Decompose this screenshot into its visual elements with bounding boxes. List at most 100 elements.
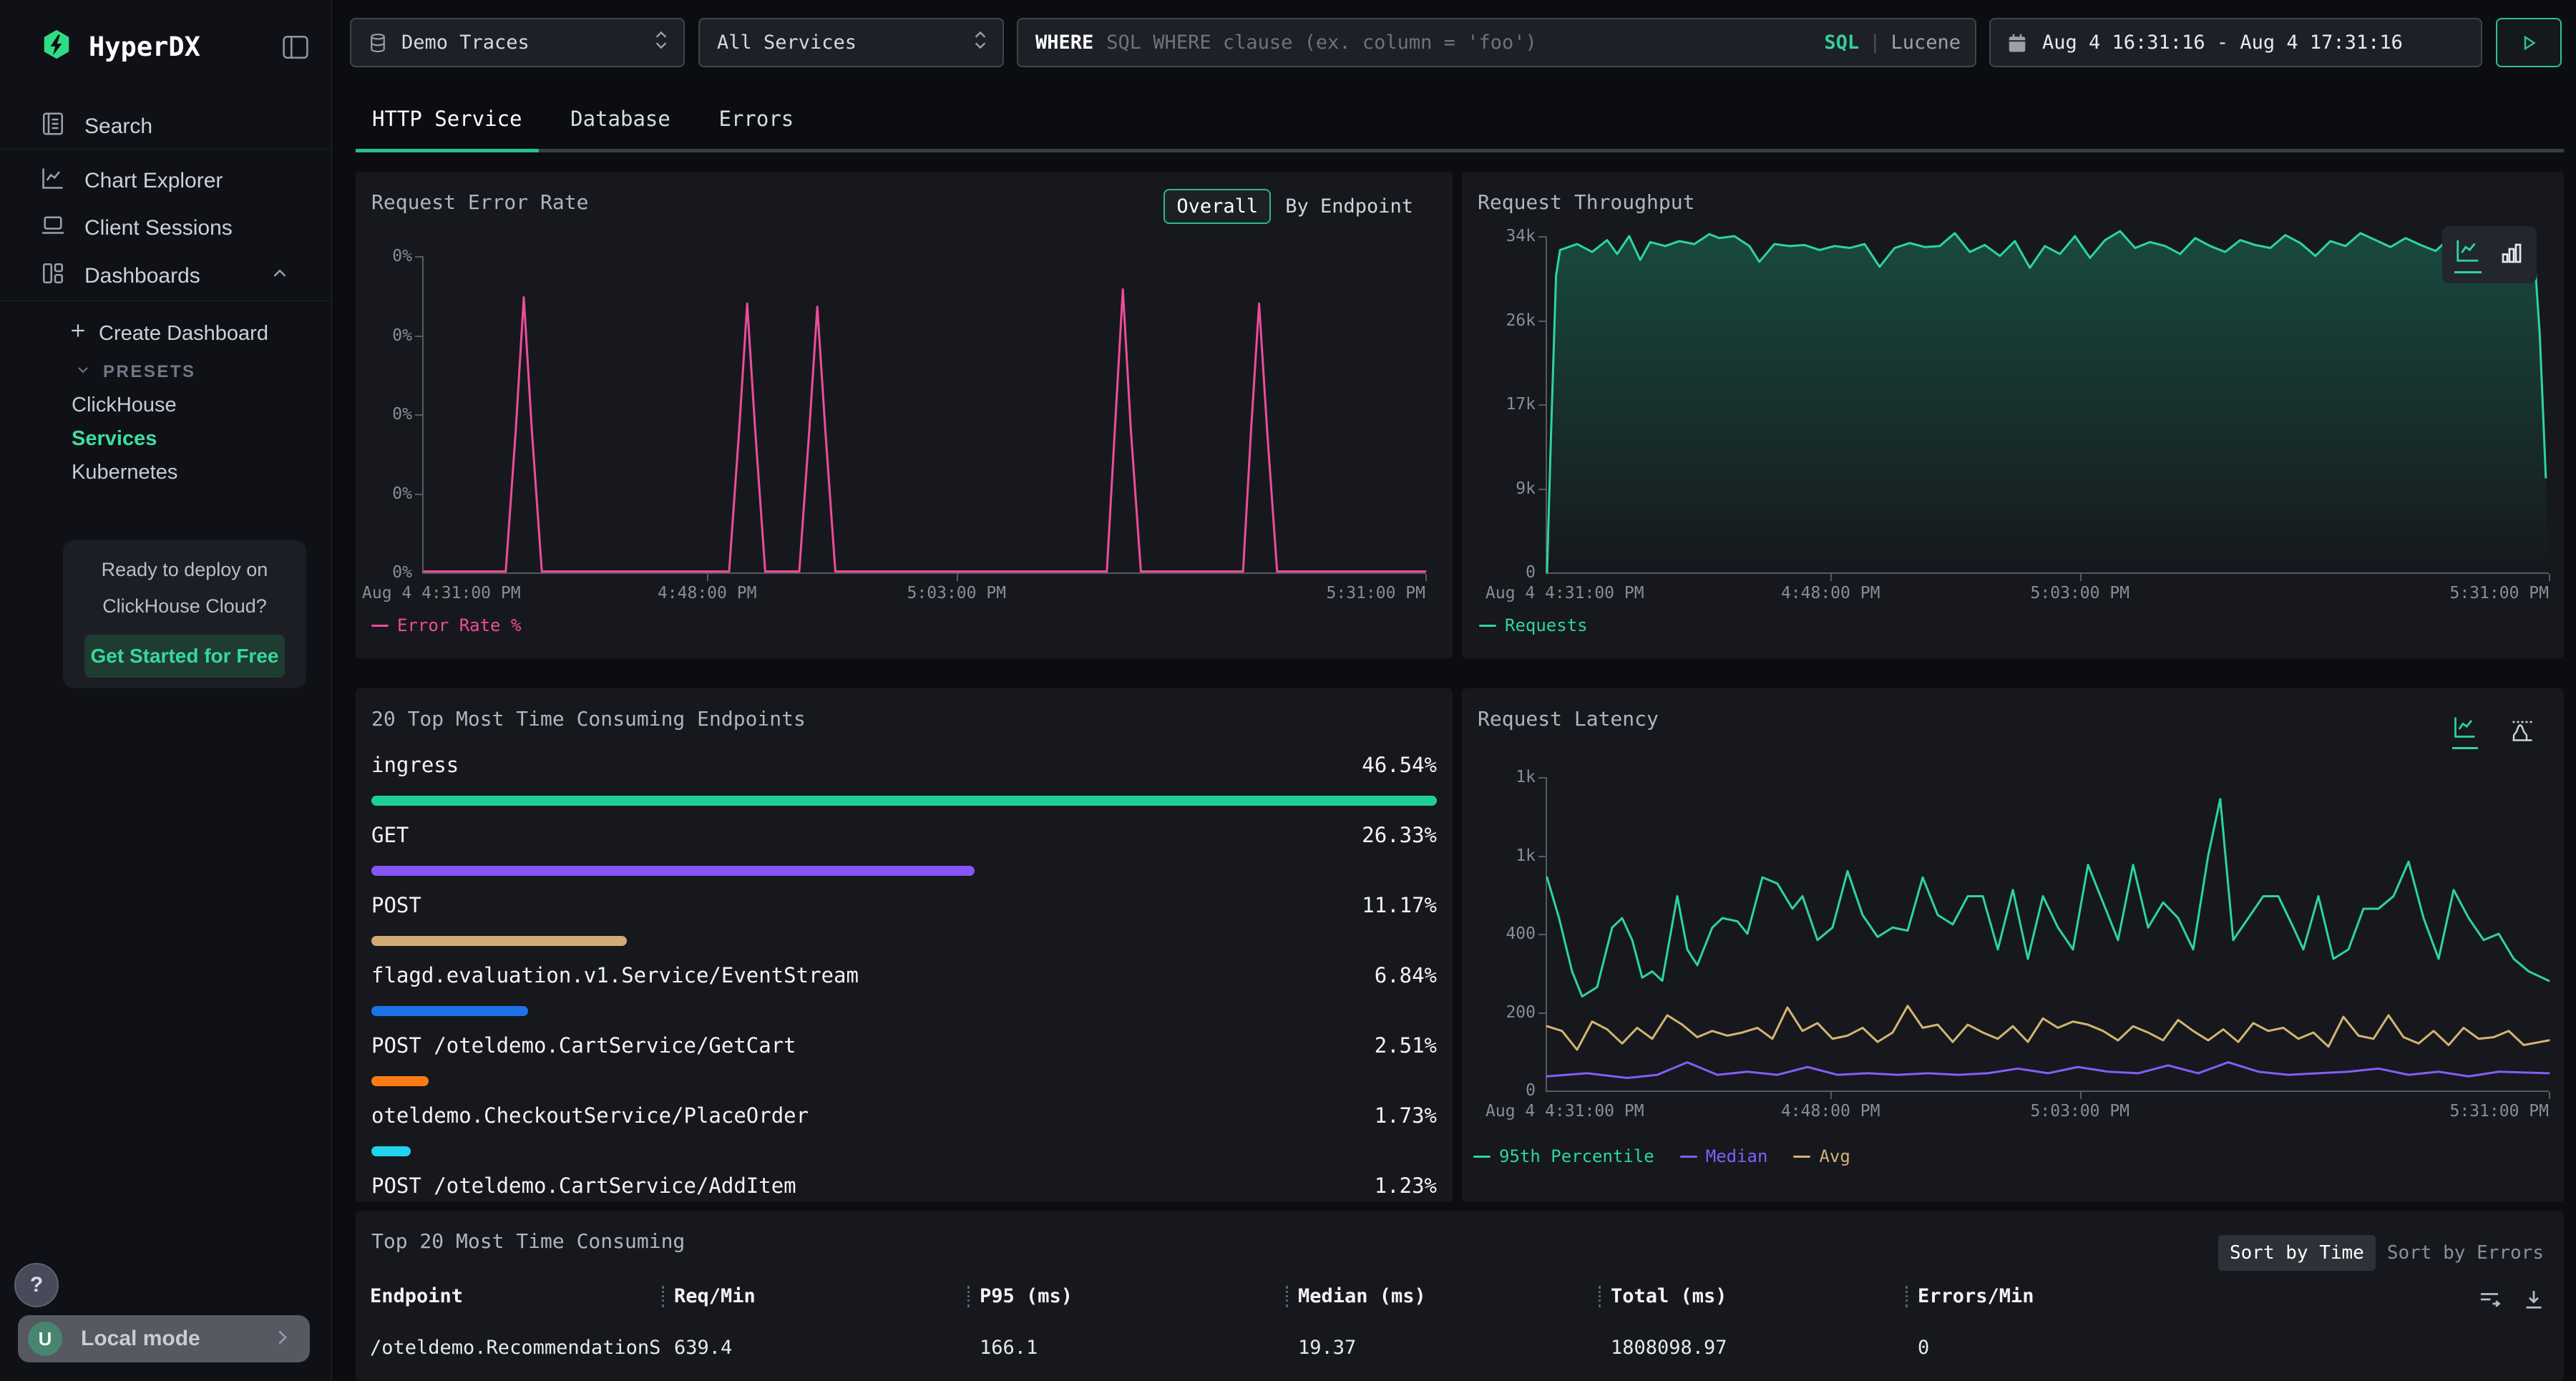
user-mode-label: Local mode xyxy=(81,1327,200,1351)
y-axis-tick: 26k xyxy=(1506,311,1536,330)
table-row[interactable]: /oteldemo.RecommendationServ639.4166.119… xyxy=(370,1337,2335,1359)
where-keyword: WHERE xyxy=(1035,31,1093,54)
endpoint-label: POST /oteldemo.CartService/AddItem xyxy=(371,1173,796,1198)
column-drag-handle[interactable] xyxy=(967,1286,970,1307)
legend-95th-percentile[interactable]: 95th Percentile xyxy=(1473,1146,1654,1166)
list-item[interactable]: GET 26.33% xyxy=(371,814,1437,884)
column-header[interactable]: Median (ms) xyxy=(1286,1285,1599,1307)
time-range-picker[interactable]: Aug 4 16:31:16 - Aug 4 17:31:16 xyxy=(1989,18,2482,67)
latency-plot[interactable]: 1k 1k 400 200 0 Aug 4 4:31:00 PM 4:48:00… xyxy=(1546,777,2549,1092)
logo[interactable]: HyperDX xyxy=(40,29,200,65)
request-throughput-panel: Request Throughput 34k 26k 17k 9k 0 Aug … xyxy=(1462,172,2564,658)
overall-button[interactable]: Overall xyxy=(1163,189,1271,224)
column-header[interactable]: P95 (ms) xyxy=(967,1285,1286,1307)
sidebar-item-chart-explorer[interactable]: Chart Explorer xyxy=(40,162,223,200)
endpoint-bar xyxy=(371,866,975,876)
x-axis-tick: 5:03:00 PM xyxy=(907,584,1006,602)
list-item[interactable]: ingress46.54% xyxy=(371,744,1437,814)
column-header[interactable]: Req/Min xyxy=(662,1285,967,1307)
by-endpoint-button[interactable]: By Endpoint xyxy=(1285,195,1413,218)
panel-title: Request Throughput xyxy=(1478,190,1694,214)
table-cell: 19.37 xyxy=(1286,1337,1599,1359)
service-select-value: All Services xyxy=(717,31,857,54)
legend-avg[interactable]: Avg xyxy=(1793,1146,1850,1166)
histogram-toggle-icon[interactable] xyxy=(2509,718,2535,746)
x-axis-tick: Aug 4 4:31:00 PM xyxy=(362,584,521,602)
endpoint-label: GET xyxy=(371,823,409,847)
source-select-value: Demo Traces xyxy=(401,31,530,54)
create-dashboard-button[interactable]: Create Dashboard xyxy=(69,316,268,351)
app-title: HyperDX xyxy=(89,31,200,62)
tab-errors[interactable]: Errors xyxy=(702,84,810,149)
run-query-button[interactable] xyxy=(2496,18,2562,67)
promo-text-line1: Ready to deploy on xyxy=(63,559,306,581)
list-item[interactable]: flagd.evaluation.v1.Service/EventStream6… xyxy=(371,955,1437,1025)
y-axis-tick: 0 xyxy=(1526,563,1536,582)
column-header[interactable]: Errors/Min xyxy=(1906,1285,2335,1307)
x-axis-tick: 4:48:00 PM xyxy=(1781,584,1880,602)
presets-toggle[interactable]: PRESETS xyxy=(74,356,196,388)
legend-dash-icon xyxy=(1479,625,1496,627)
tab-database[interactable]: Database xyxy=(554,84,687,149)
sidebar-item-services[interactable]: Services xyxy=(72,427,157,451)
sidebar-item-kubernetes[interactable]: Kubernetes xyxy=(72,461,177,484)
y-axis-tick: 0% xyxy=(392,247,412,265)
legend-error-rate[interactable]: Error Rate % xyxy=(371,615,521,635)
list-item[interactable]: oteldemo.CheckoutService/PlaceOrder1.73% xyxy=(371,1095,1437,1165)
column-drag-handle[interactable] xyxy=(1286,1286,1288,1307)
list-item[interactable]: POST11.17% xyxy=(371,884,1437,955)
table-cell: 0 xyxy=(1906,1337,2335,1359)
avatar: U xyxy=(28,1322,62,1356)
presets-label: PRESETS xyxy=(103,362,196,382)
column-drag-handle[interactable] xyxy=(662,1286,664,1307)
table-options-icon[interactable] xyxy=(2477,1287,2502,1315)
select-chevrons-icon xyxy=(652,28,670,57)
column-drag-handle[interactable] xyxy=(1906,1286,1908,1307)
line-chart-toggle-icon[interactable] xyxy=(2452,714,2478,749)
source-select[interactable]: Demo Traces xyxy=(350,18,685,67)
list-item[interactable]: POST /oteldemo.CartService/GetCart2.51% xyxy=(371,1025,1437,1095)
sidebar-item-client-sessions[interactable]: Client Sessions xyxy=(40,209,233,248)
line-chart-toggle-icon[interactable] xyxy=(2454,237,2482,273)
column-header[interactable]: Endpoint xyxy=(370,1285,662,1307)
error-rate-plot[interactable]: 0% 0% 0% 0% 0% Aug 4 4:31:00 PM 4:48:00 … xyxy=(422,256,1425,574)
service-select[interactable]: All Services xyxy=(698,18,1004,67)
x-axis-tick: Aug 4 4:31:00 PM xyxy=(1485,584,1644,602)
column-drag-handle[interactable] xyxy=(1599,1286,1601,1307)
collapse-sidebar-icon[interactable] xyxy=(281,34,310,64)
legend-requests[interactable]: Requests xyxy=(1479,615,1588,635)
sort-by-time-button[interactable]: Sort by Time xyxy=(2218,1235,2376,1271)
select-chevrons-icon xyxy=(971,28,990,57)
help-button[interactable]: ? xyxy=(14,1263,59,1307)
endpoint-bar xyxy=(371,796,1437,806)
table-cell: 166.1 xyxy=(967,1337,1286,1359)
search-input[interactable]: WHERE SQL WHERE clause (ex. column = 'fo… xyxy=(1017,18,1976,67)
sort-by-errors-button[interactable]: Sort by Errors xyxy=(2383,1235,2548,1271)
endpoint-value: 2.51% xyxy=(1375,1033,1437,1058)
legend-median[interactable]: Median xyxy=(1680,1146,1768,1166)
database-icon xyxy=(367,32,389,54)
sidebar-item-label: Dashboards xyxy=(84,264,200,288)
endpoint-value: 26.33% xyxy=(1362,823,1437,847)
user-menu[interactable]: U Local mode xyxy=(18,1315,310,1362)
list-item[interactable]: POST /oteldemo.CartService/AddItem1.23% xyxy=(371,1165,1437,1202)
endpoint-label: oteldemo.CheckoutService/PlaceOrder xyxy=(371,1103,809,1128)
sidebar-item-dashboards[interactable]: Dashboards xyxy=(40,257,291,296)
y-axis-tick: 200 xyxy=(1506,1003,1536,1022)
sidebar-item-search[interactable]: Search xyxy=(40,107,152,146)
download-icon[interactable] xyxy=(2521,1287,2547,1315)
throughput-plot[interactable]: 34k 26k 17k 9k 0 Aug 4 4:31:00 PM 4:48:0… xyxy=(1546,236,2549,574)
bar-chart-toggle-icon[interactable] xyxy=(2499,240,2524,269)
sidebar-item-clickhouse[interactable]: ClickHouse xyxy=(72,394,177,417)
create-dashboard-label: Create Dashboard xyxy=(99,322,268,346)
sql-mode-toggle[interactable]: SQL xyxy=(1824,31,1859,54)
dashboards-icon xyxy=(40,260,66,292)
y-axis-tick: 1k xyxy=(1516,846,1536,865)
column-header[interactable]: Total (ms) xyxy=(1599,1285,1906,1307)
y-axis-tick: 34k xyxy=(1506,227,1536,245)
x-axis-tick: 5:31:00 PM xyxy=(1327,584,1425,602)
endpoint-value: 6.84% xyxy=(1375,963,1437,987)
lucene-mode-toggle[interactable]: Lucene xyxy=(1890,31,1961,54)
get-started-button[interactable]: Get Started for Free xyxy=(84,635,285,678)
tab-http-service[interactable]: HTTP Service xyxy=(356,84,539,152)
